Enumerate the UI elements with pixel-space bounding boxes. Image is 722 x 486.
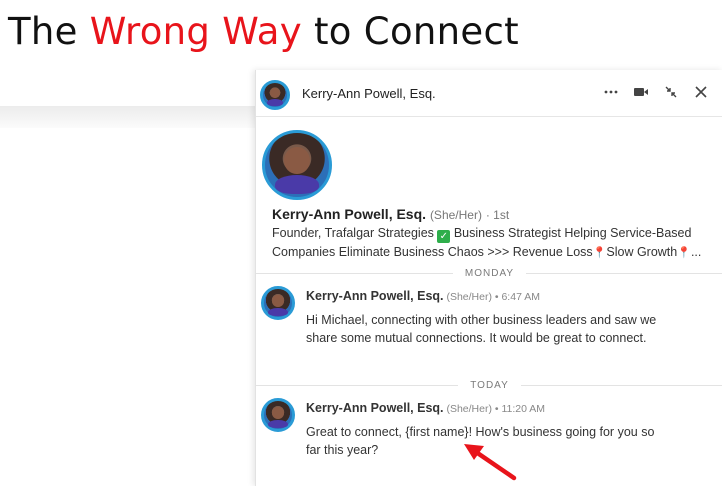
chat-header: Kerry-Ann Powell, Esq. <box>256 70 722 117</box>
message-sender: Kerry-Ann Powell, Esq. (She/Her) • 6:47 … <box>306 289 540 303</box>
message-item: Kerry-Ann Powell, Esq. (She/Her) • 6:47 … <box>256 286 722 376</box>
divider-line <box>526 272 722 274</box>
profile-name-text[interactable]: Kerry-Ann Powell, Esq. <box>272 206 426 222</box>
background-band <box>0 106 260 128</box>
avatar-shirt <box>268 419 288 428</box>
title-accent: Wrong Way <box>89 10 302 53</box>
close-icon[interactable] <box>693 84 709 100</box>
more-icon[interactable] <box>603 84 619 100</box>
sender-name[interactable]: Kerry-Ann Powell, Esq. <box>306 289 444 303</box>
profile-headline: Founder, Trafalgar Strategies ✓ Business… <box>272 224 712 262</box>
avatar-shirt <box>268 307 288 316</box>
headline-part3: Slow Growth <box>606 245 678 259</box>
video-call-icon[interactable] <box>633 84 649 100</box>
avatar-face <box>272 295 284 307</box>
header-actions <box>603 84 709 100</box>
header-name[interactable]: Kerry-Ann Powell, Esq. <box>302 86 436 101</box>
profile-name[interactable]: Kerry-Ann Powell, Esq. (She/Her) · 1st <box>272 206 509 222</box>
header-avatar[interactable] <box>260 80 290 110</box>
message-meta: (She/Her) • 6:47 AM <box>443 291 540 303</box>
sender-name[interactable]: Kerry-Ann Powell, Esq. <box>306 401 444 415</box>
avatar-shirt <box>274 175 320 195</box>
divider-line <box>520 384 722 386</box>
divider-label: TODAY <box>470 379 509 391</box>
avatar-face <box>270 88 280 99</box>
avatar-shirt <box>266 98 284 107</box>
date-divider-monday: MONDAY <box>256 266 722 280</box>
pin-icon: 📍 <box>592 247 607 259</box>
red-arrow-icon <box>464 444 517 481</box>
avatar-face <box>272 407 284 419</box>
headline-part1: Founder, Trafalgar Strategies <box>272 226 438 240</box>
message-meta: (She/Her) • 11:20 AM <box>443 403 546 415</box>
minimize-icon[interactable] <box>663 84 679 100</box>
chat-panel: Kerry-Ann Powell, Esq. Kerry-Ann Powell,… <box>255 70 722 486</box>
divider-line <box>256 384 459 386</box>
avatar-face <box>284 147 310 174</box>
message-body: Hi Michael, connecting with other busine… <box>306 313 657 345</box>
title-suffix: to Connect <box>301 10 519 53</box>
divider-label: MONDAY <box>464 267 515 279</box>
date-divider-today: TODAY <box>256 378 722 392</box>
divider-line <box>256 272 453 274</box>
message-avatar[interactable] <box>261 286 295 320</box>
headline-part4: ... <box>690 245 702 259</box>
checkmark-icon: ✓ <box>437 230 451 243</box>
title-prefix: The <box>8 10 90 53</box>
profile-avatar[interactable] <box>262 130 332 200</box>
connection-degree: · 1st <box>485 208 510 222</box>
profile-pronouns: (She/Her) <box>429 208 482 222</box>
message-sender: Kerry-Ann Powell, Esq. (She/Her) • 11:20… <box>306 401 545 415</box>
pin-icon: 📍 <box>677 247 691 259</box>
slide-title: The Wrong Way to Connect <box>8 10 519 53</box>
message-avatar[interactable] <box>261 398 295 432</box>
